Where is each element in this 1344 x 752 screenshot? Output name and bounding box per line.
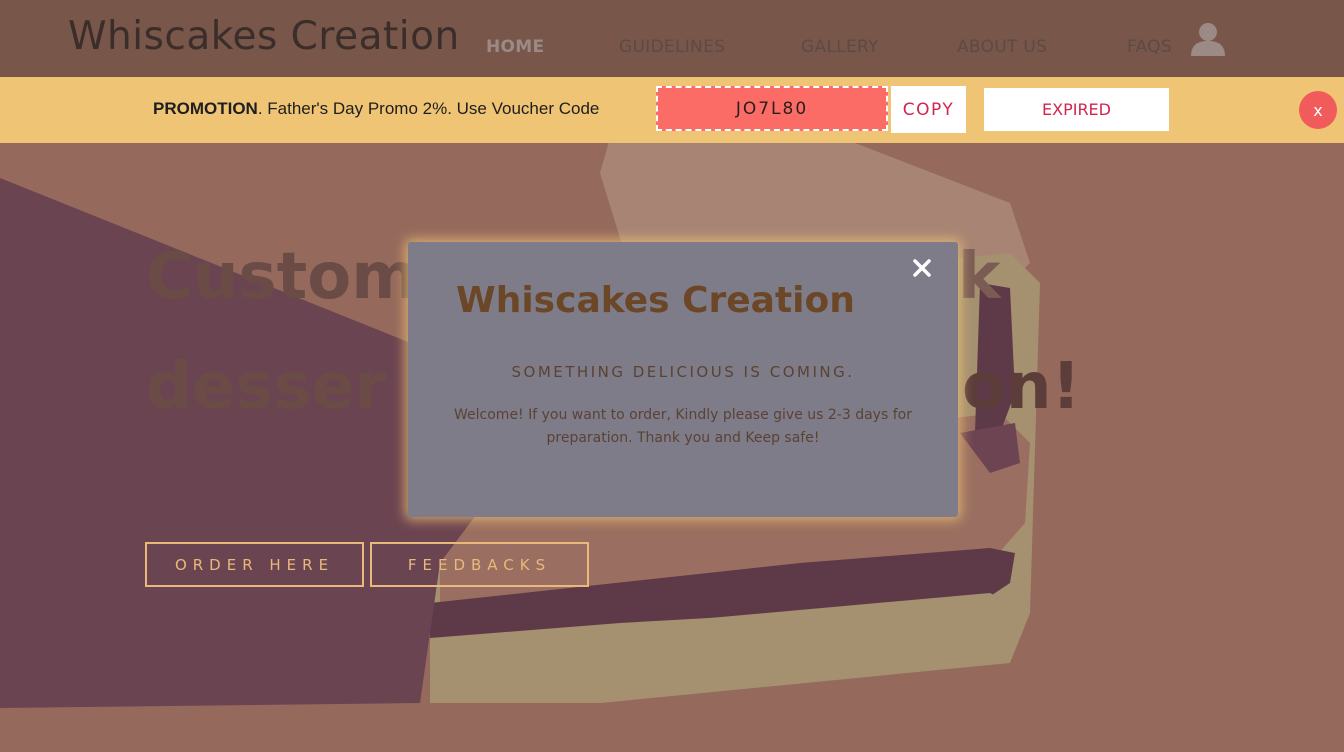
nav-gallery[interactable]: GALLERY	[801, 37, 879, 57]
order-here-button[interactable]: ORDER HERE	[145, 542, 364, 587]
feedbacks-button[interactable]: FEEDBACKS	[370, 542, 589, 587]
nav-guidelines[interactable]: GUIDELINES	[619, 37, 725, 57]
promo-label: PROMOTION	[153, 99, 258, 118]
nav-about-us[interactable]: ABOUT US	[957, 37, 1047, 57]
copy-button[interactable]: COPY	[891, 86, 966, 133]
close-icon	[913, 259, 931, 277]
modal-message: Welcome! If you want to order, Kindly pl…	[454, 407, 912, 446]
modal-close-button[interactable]	[910, 256, 934, 280]
site-header: Whiscakes Creation HOME GUIDELINES GALLE…	[0, 0, 1344, 77]
hero-headline-line1-end: k	[958, 240, 1001, 314]
hero-headline-line2: desser	[146, 350, 387, 424]
hero-headline-line1: Custom	[146, 240, 418, 314]
promo-close-button[interactable]: x	[1299, 91, 1337, 129]
hero-headline-line2-end: ion!	[940, 350, 1081, 424]
welcome-modal: Whiscakes Creation SOMETHING DELICIOUS I…	[408, 242, 958, 517]
voucher-code[interactable]: JO7L80	[656, 86, 888, 131]
nav-faqs[interactable]: FAQS	[1127, 37, 1172, 57]
promo-text: PROMOTION. Father's Day Promo 2%. Use Vo…	[153, 99, 599, 119]
modal-title: Whiscakes Creation	[456, 280, 855, 321]
expired-status-button[interactable]: EXPIRED	[984, 88, 1169, 131]
modal-subtitle: SOMETHING DELICIOUS IS COMING.	[511, 363, 855, 381]
promo-message: . Father's Day Promo 2%. Use Voucher Cod…	[257, 99, 600, 118]
nav-home[interactable]: HOME	[486, 37, 544, 57]
user-icon[interactable]	[1190, 22, 1226, 56]
brand-logo[interactable]: Whiscakes Creation	[68, 14, 460, 59]
